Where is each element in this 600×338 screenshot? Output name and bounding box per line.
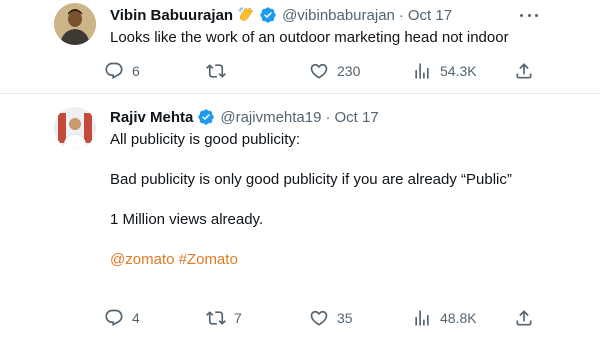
reply-button[interactable]: 6 (104, 59, 140, 83)
tweet-paragraph: Bad publicity is only good publicity if … (110, 171, 512, 188)
verified-badge-icon (197, 108, 215, 126)
tweet-paragraph: 1 Million views already. (110, 211, 264, 228)
display-name[interactable]: Rajiv Mehta (110, 109, 193, 126)
handle[interactable]: @vibinbaburajan (282, 7, 395, 24)
retweet-count: 7 (234, 310, 242, 326)
action-bar: 4 7 35 48.8K (104, 306, 544, 330)
like-icon (309, 308, 329, 328)
views-button[interactable]: 54.3K (412, 59, 477, 83)
tweet-vibin[interactable]: Vibin Babuurajan @vibinbaburajan · Oct 1… (0, 0, 600, 94)
reply-button[interactable]: 4 (104, 306, 140, 330)
reply-count: 4 (132, 310, 140, 326)
avatar-rajiv[interactable] (54, 107, 96, 149)
reply-icon (104, 61, 124, 81)
like-button[interactable]: 230 (309, 59, 360, 83)
timestamp[interactable]: Oct 17 (334, 109, 378, 126)
share-button[interactable] (514, 306, 534, 330)
tweet-text: All publicity is good publicity: Bad pub… (110, 130, 550, 270)
views-count: 54.3K (440, 63, 477, 79)
share-icon (514, 308, 534, 328)
share-icon (514, 61, 534, 81)
reply-count: 6 (132, 63, 140, 79)
retweet-button[interactable] (206, 59, 234, 83)
hashtag-link[interactable]: #Zomato (179, 251, 238, 268)
like-icon (309, 61, 329, 81)
views-count: 48.8K (440, 310, 477, 326)
like-count: 230 (337, 63, 361, 79)
display-name[interactable]: Vibin Babuurajan (110, 7, 233, 24)
avatar-vibin[interactable] (54, 3, 96, 45)
timestamp[interactable]: Oct 17 (408, 7, 452, 24)
separator-dot: · (325, 108, 331, 126)
views-icon (412, 61, 432, 81)
retweet-button[interactable]: 7 (206, 306, 242, 330)
separator-dot: · (398, 6, 404, 24)
action-bar: 6 230 54.3K (104, 59, 544, 83)
tweet-paragraph: All publicity is good publicity: (110, 131, 301, 148)
tweet-header: Rajiv Mehta @rajivmehta19 · Oct 17 (110, 107, 379, 127)
views-button[interactable]: 48.8K (412, 306, 477, 330)
reply-icon (104, 308, 124, 328)
like-count: 35 (337, 310, 353, 326)
tweet-text: Looks like the work of an outdoor market… (110, 29, 509, 46)
views-icon (412, 308, 432, 328)
verified-badge-icon (259, 6, 277, 24)
mention-link[interactable]: @zomato (110, 251, 174, 268)
retweet-icon (206, 308, 226, 328)
more-icon[interactable] (520, 12, 538, 18)
tweet-header: Vibin Babuurajan @vibinbaburajan · Oct 1… (110, 5, 452, 25)
share-button[interactable] (514, 59, 534, 83)
like-button[interactable]: 35 (309, 306, 353, 330)
clapping-hands-icon (237, 6, 255, 24)
retweet-icon (206, 61, 226, 81)
tweet-rajiv[interactable]: Rajiv Mehta @rajivmehta19 · Oct 17 All p… (0, 94, 600, 338)
handle[interactable]: @rajivmehta19 (220, 109, 321, 126)
